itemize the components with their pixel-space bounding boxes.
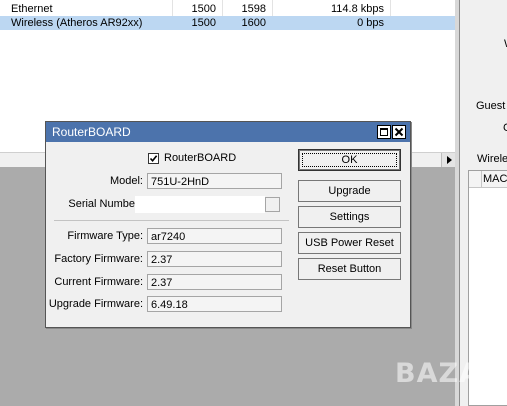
routerboard-dialog: RouterBOARD RouterBOARD Model: 751U-2HnD… [45,121,411,328]
upgrade-button[interactable]: Upgrade [298,180,401,202]
table-row-wireless[interactable]: Wireless (Atheros AR92xx) 1500 1600 0 bp… [0,16,456,30]
model-field: 751U-2HnD [147,173,282,189]
ok-button[interactable]: OK [298,149,401,171]
factory-firmware-label: Factory Firmware: [54,253,143,265]
interface-name: Ethernet [11,3,53,15]
title-bar[interactable]: RouterBOARD [46,122,410,142]
interface-l2mtu: 1598 [241,3,266,15]
routerboard-checkbox[interactable] [148,153,159,164]
serial-number-label: Serial Numbe [68,198,135,210]
interface-rate: 0 bps [357,17,384,29]
settings-button[interactable]: Settings [298,206,401,228]
column-header-mac[interactable]: MAC [483,171,507,187]
serial-number-toggle[interactable] [265,197,280,212]
guest-group-label: Guest [476,100,506,112]
pane-label-c: C [503,122,507,134]
interface-mtu: 1500 [191,17,216,29]
firmware-type-field: ar7240 [147,228,282,244]
reset-button-button[interactable]: Reset Button [298,258,401,280]
firmware-type-label: Firmware Type: [67,230,143,242]
usb-power-reset-button[interactable]: USB Power Reset [298,232,401,254]
current-firmware-field: 2.37 [147,274,282,290]
wireless-group-label: Wirele [477,153,507,165]
upgrade-firmware-label: Upgrade Firmware: [48,298,143,310]
select-column[interactable] [469,171,482,187]
maximize-button[interactable] [377,125,391,139]
wireless-settings-pane: W Guest C Wirele MAC [459,0,507,406]
factory-firmware-field: 2.37 [147,251,282,267]
ok-button-label: OK [341,154,358,166]
serial-number-field [135,196,265,213]
watermark-logo: BAZAR [395,358,503,389]
upgrade-firmware-field: 6.49.18 [147,296,282,312]
close-button[interactable] [392,125,406,139]
interface-rate: 114.8 kbps [330,3,384,15]
interface-l2mtu: 1600 [241,17,266,29]
interface-mtu: 1500 [191,3,216,15]
table-header: MAC [469,171,507,188]
separator [54,220,289,221]
routerboard-checkbox-label[interactable]: RouterBOARD [164,152,236,164]
current-firmware-label: Current Firmware: [54,276,143,288]
close-icon [394,127,404,137]
table-row-ethernet[interactable]: Ethernet 1500 1598 114.8 kbps [0,2,456,16]
model-label: Model: [109,175,143,187]
dialog-title: RouterBOARD [52,125,131,139]
scroll-right-button[interactable] [441,153,456,167]
maximize-icon [380,128,388,136]
checkmark-icon [149,155,158,163]
interface-name: Wireless (Atheros AR92xx) [11,17,143,29]
arrow-right-icon [446,156,452,164]
